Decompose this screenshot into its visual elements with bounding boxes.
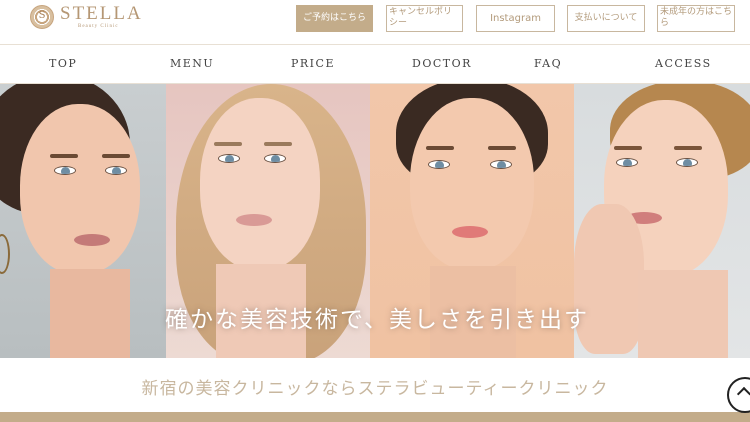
eye <box>54 166 76 175</box>
eyebrow <box>264 142 292 146</box>
eye <box>264 154 286 163</box>
tagline: 新宿の美容クリニックならステラビューティークリニック <box>141 379 609 399</box>
eyebrow <box>214 142 242 146</box>
reservation-button[interactable]: ご予約はこちら <box>296 5 373 32</box>
lips <box>452 226 488 238</box>
tagline-section: 新宿の美容クリニックならステラビューティークリニック <box>0 358 750 412</box>
eyebrow <box>488 146 516 150</box>
payment-info-button[interactable]: 支払いについて <box>567 5 645 32</box>
eyebrow <box>426 146 454 150</box>
nav-item-access[interactable]: ACCESS <box>655 57 712 70</box>
bottom-accent-bar <box>0 412 750 422</box>
lips <box>236 214 272 226</box>
eye <box>490 160 512 169</box>
cancel-policy-button[interactable]: キャンセルポリシー <box>386 5 463 32</box>
eye <box>105 166 127 175</box>
eye <box>218 154 240 163</box>
hero-banner: 確かな美容技術で、美しさを引き出す <box>0 84 750 358</box>
logo-text: STELLA Beauty Clinic <box>60 4 143 29</box>
instagram-button[interactable]: Instagram <box>476 5 555 32</box>
eye <box>428 160 450 169</box>
nav-item-faq[interactable]: FAQ <box>534 57 562 70</box>
face <box>20 104 140 274</box>
earring-icon <box>0 234 10 274</box>
brand-logo[interactable]: STELLA Beauty Clinic <box>30 4 143 29</box>
nav-item-price[interactable]: PRICE <box>291 57 335 70</box>
chevron-up-icon <box>736 386 750 402</box>
nav-item-doctor[interactable]: DOCTOR <box>412 57 472 70</box>
hero-caption: 確かな美容技術で、美しさを引き出す <box>164 307 590 333</box>
brand-name: STELLA <box>60 3 143 24</box>
nav-item-top[interactable]: TOP <box>49 57 77 70</box>
logo-emblem-icon <box>30 4 54 29</box>
eyebrow <box>102 154 130 158</box>
eyebrow <box>614 146 642 150</box>
eye <box>676 158 698 167</box>
brand-subtitle: Beauty Clinic <box>78 24 119 29</box>
eyebrow <box>50 154 78 158</box>
eye <box>616 158 638 167</box>
site-header: STELLA Beauty Clinic ご予約はこちら キャンセルポリシー I… <box>0 0 750 44</box>
minors-info-button[interactable]: 未成年の方はこちら <box>657 5 735 32</box>
face <box>410 98 534 270</box>
face <box>200 98 320 270</box>
nav-item-menu[interactable]: MENU <box>170 57 214 70</box>
main-nav: TOP MENU PRICE DOCTOR FAQ ACCESS <box>0 44 750 84</box>
eyebrow <box>674 146 702 150</box>
lips <box>74 234 110 246</box>
